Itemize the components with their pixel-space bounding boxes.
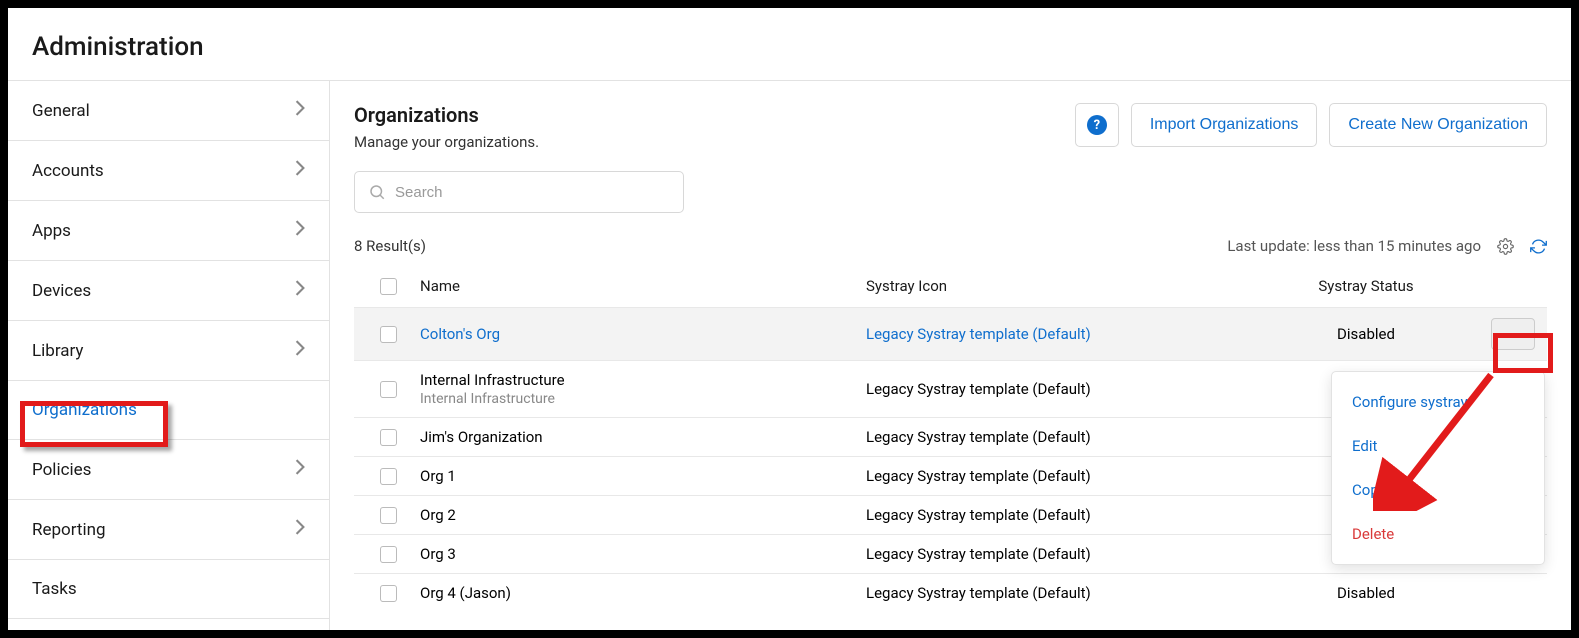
select-all-checkbox[interactable]	[380, 278, 397, 295]
main-content: Organizations Manage your organizations.…	[330, 81, 1571, 630]
page-title: Administration	[8, 8, 1571, 80]
chevron-right-icon	[295, 160, 305, 181]
org-name: Jim's Organization	[420, 428, 866, 446]
sidebar-item-label: General	[32, 101, 90, 121]
sidebar-item-devices[interactable]: Devices	[8, 261, 329, 321]
systray-icon-value[interactable]: Legacy Systray template (Default)	[866, 325, 1091, 343]
org-name: Org 2	[420, 506, 866, 524]
section-subtitle: Manage your organizations.	[354, 133, 539, 151]
systray-icon-value: Legacy Systray template (Default)	[866, 380, 1091, 398]
row-actions-dropdown: Configure systrayEditCopyDelete	[1331, 371, 1545, 565]
row-checkbox[interactable]	[380, 468, 397, 485]
help-button[interactable]: ?	[1075, 103, 1119, 147]
dropdown-item-configure-systray[interactable]: Configure systray	[1332, 380, 1544, 424]
sidebar-item-label: Library	[32, 341, 83, 361]
import-organizations-button[interactable]: Import Organizations	[1131, 103, 1318, 147]
chevron-right-icon	[295, 519, 305, 540]
systray-icon-value: Legacy Systray template (Default)	[866, 467, 1091, 485]
sidebar-item-policies[interactable]: Policies	[8, 440, 329, 500]
systray-icon-value: Legacy Systray template (Default)	[866, 584, 1091, 602]
table-row: Org 4 (Jason)Legacy Systray template (De…	[354, 573, 1547, 612]
sidebar-item-label: Organizations	[32, 400, 137, 420]
org-name: Org 4 (Jason)	[420, 584, 866, 602]
sidebar-item-library[interactable]: Library	[8, 321, 329, 381]
row-checkbox[interactable]	[380, 585, 397, 602]
help-icon: ?	[1087, 115, 1107, 135]
systray-status-value: Disabled	[1296, 325, 1436, 343]
systray-status-value: Disabled	[1296, 584, 1436, 602]
sidebar-item-label: Tasks	[32, 579, 77, 599]
chevron-right-icon	[295, 340, 305, 361]
systray-icon-value: Legacy Systray template (Default)	[866, 545, 1091, 563]
dropdown-item-edit[interactable]: Edit	[1332, 424, 1544, 468]
sidebar-item-label: Accounts	[32, 161, 104, 181]
systray-icon-value: Legacy Systray template (Default)	[866, 428, 1091, 446]
column-header-systray-icon[interactable]: Systray Icon	[866, 277, 1296, 295]
chevron-right-icon	[295, 459, 305, 480]
row-checkbox[interactable]	[380, 326, 397, 343]
row-checkbox[interactable]	[380, 429, 397, 446]
org-name: Org 1	[420, 467, 866, 485]
chevron-right-icon	[295, 100, 305, 121]
sidebar-item-accounts[interactable]: Accounts	[8, 141, 329, 201]
sidebar-item-label: Policies	[32, 460, 91, 480]
results-count: 8 Result(s)	[354, 237, 426, 255]
create-organization-button[interactable]: Create New Organization	[1329, 103, 1547, 147]
dropdown-item-delete[interactable]: Delete	[1332, 512, 1544, 556]
column-header-name[interactable]: Name	[416, 277, 866, 295]
org-name: Internal Infrastructure	[420, 371, 866, 389]
section-title: Organizations	[354, 103, 539, 127]
table-header: Name Systray Icon Systray Status	[354, 265, 1547, 307]
table-row: Colton's OrgLegacy Systray template (Def…	[354, 307, 1547, 360]
search-icon	[368, 183, 386, 201]
row-checkbox[interactable]	[380, 546, 397, 563]
sidebar-item-label: Apps	[32, 221, 71, 241]
refresh-icon[interactable]	[1530, 238, 1547, 255]
systray-icon-value: Legacy Systray template (Default)	[866, 506, 1091, 524]
sidebar: General Accounts Apps Devices Library Organiz…	[8, 81, 330, 630]
sidebar-item-apps[interactable]: Apps	[8, 201, 329, 261]
dropdown-item-copy[interactable]: Copy	[1332, 468, 1544, 512]
sidebar-item-label: Reporting	[32, 520, 106, 540]
org-name: Org 3	[420, 545, 866, 563]
sidebar-item-reporting[interactable]: Reporting	[8, 500, 329, 560]
chevron-right-icon	[295, 220, 305, 241]
chevron-right-icon	[295, 280, 305, 301]
column-header-systray-status[interactable]: Systray Status	[1296, 277, 1436, 295]
sidebar-item-general[interactable]: General	[8, 81, 329, 141]
row-checkbox[interactable]	[380, 381, 397, 398]
gear-icon[interactable]	[1497, 238, 1514, 255]
sidebar-item-tasks[interactable]: Tasks	[8, 560, 329, 619]
org-name[interactable]: Colton's Org	[420, 325, 866, 343]
search-input[interactable]	[354, 171, 684, 213]
sidebar-item-organizations[interactable]: Organizations	[8, 381, 329, 440]
sidebar-item-label: Devices	[32, 281, 91, 301]
last-update-text: Last update: less than 15 minutes ago	[1227, 237, 1481, 255]
org-subtitle: Internal Infrastructure	[420, 391, 866, 407]
row-actions-button[interactable]	[1491, 318, 1535, 350]
row-checkbox[interactable]	[380, 507, 397, 524]
